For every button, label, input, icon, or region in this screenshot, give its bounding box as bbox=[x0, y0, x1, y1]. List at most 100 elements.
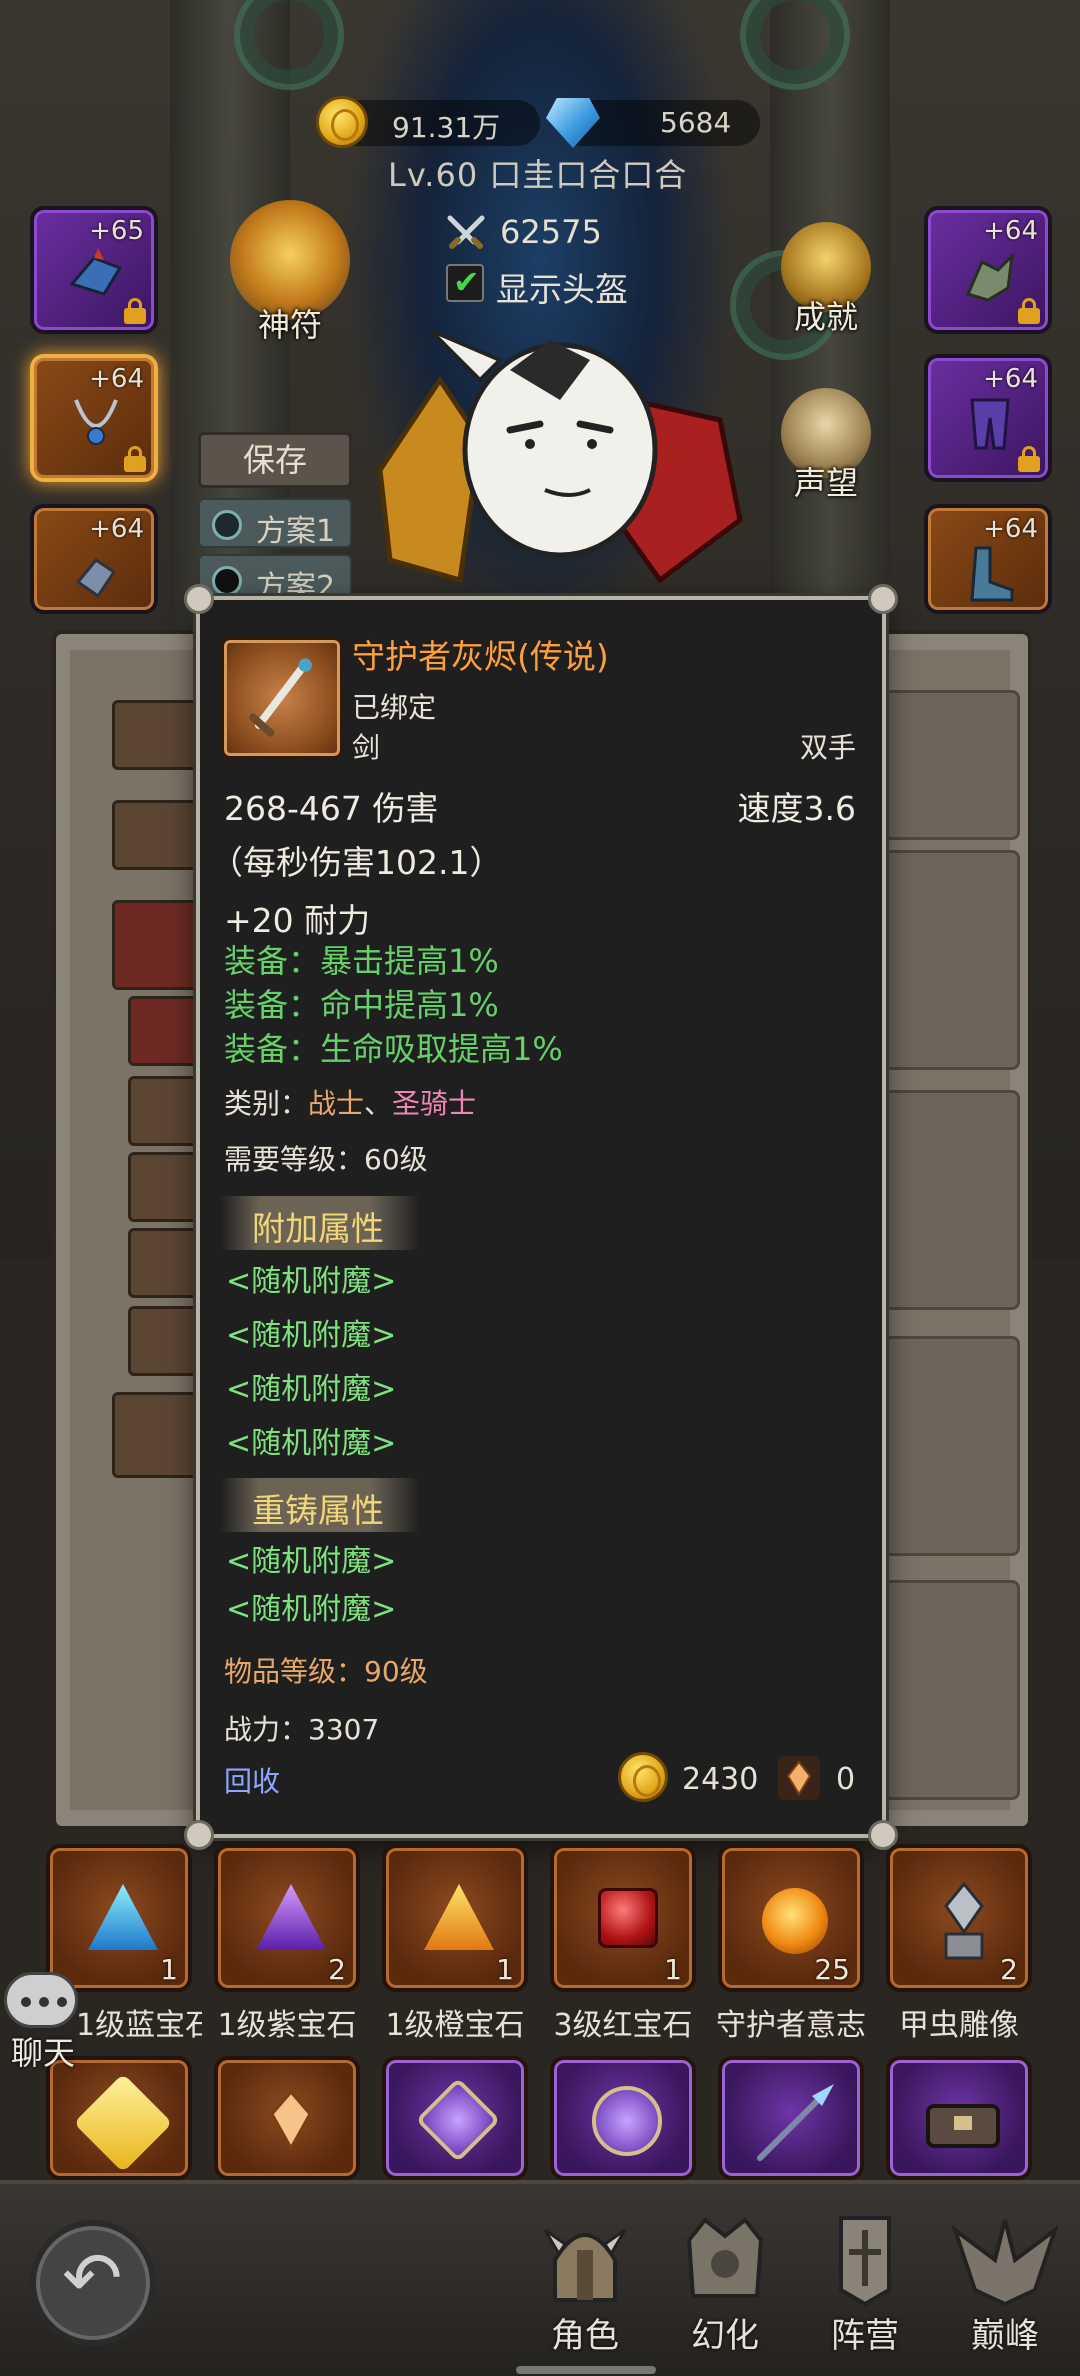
save-loadout-button[interactable]: 保存 bbox=[198, 432, 352, 488]
panel-tab[interactable] bbox=[128, 1076, 202, 1146]
bound-status: 已绑定 bbox=[352, 691, 437, 724]
gloves-icon bbox=[965, 251, 1015, 302]
chat-bubble-icon bbox=[4, 1972, 78, 2028]
hero-character bbox=[377, 328, 743, 584]
purple-rune-icon bbox=[415, 2077, 501, 2163]
purple-gem-icon bbox=[256, 1884, 326, 1950]
random-enchant: <随机附魔> bbox=[226, 1264, 397, 1299]
inventory-label: 3级红宝石 bbox=[553, 2008, 693, 2043]
back-arrow-icon: ↶ bbox=[62, 2236, 123, 2320]
sell-shard-value: 0 bbox=[836, 1762, 856, 1797]
nav-character[interactable]: 角色 bbox=[510, 2200, 660, 2357]
inventory-item-beetle-statue[interactable]: 2 bbox=[886, 1844, 1032, 1992]
prestige-label: 声望 bbox=[793, 464, 858, 502]
panel-tab[interactable] bbox=[112, 900, 202, 990]
tooltip-corner bbox=[184, 584, 214, 614]
panel-tab[interactable] bbox=[128, 1228, 202, 1298]
gold-amount: 91.31万 bbox=[392, 111, 501, 144]
panel-tab[interactable] bbox=[112, 1392, 202, 1478]
chat-button[interactable]: 聊天 bbox=[4, 1972, 82, 2074]
viking-helmet-icon bbox=[543, 2228, 627, 2302]
panel-tab[interactable] bbox=[112, 700, 202, 770]
gold-diamond-icon bbox=[73, 2073, 173, 2173]
panel-card bbox=[880, 1336, 1020, 1556]
panel-tab[interactable] bbox=[112, 800, 202, 870]
inventory-item[interactable] bbox=[46, 2056, 192, 2180]
panel-card bbox=[880, 850, 1020, 1070]
inventory-item-orange-gem[interactable]: 1 bbox=[382, 1844, 528, 1992]
panel-tab[interactable] bbox=[128, 1306, 202, 1376]
sword-icon bbox=[249, 658, 312, 737]
equip-slot-right-2[interactable]: +64 bbox=[924, 354, 1052, 482]
show-helmet-checkbox[interactable] bbox=[446, 263, 484, 302]
class-label: 类别： bbox=[224, 1087, 309, 1120]
winged-emblem-icon bbox=[951, 2219, 1059, 2307]
item-damage: 268-467 伤害 bbox=[224, 789, 439, 828]
orange-gem-icon bbox=[424, 1884, 494, 1950]
gold-coin-icon bbox=[618, 1752, 668, 1802]
faction-banner-icon bbox=[839, 2216, 891, 2307]
item-speed: 速度3.6 bbox=[737, 789, 856, 828]
extra-attributes-title: 附加属性 bbox=[252, 1209, 384, 1248]
talisman-button[interactable]: 神符 bbox=[220, 200, 360, 346]
required-level: 需要等级：60级 bbox=[224, 1143, 428, 1176]
sell-gold-value: 2430 bbox=[682, 1762, 759, 1797]
beetle-statue-icon bbox=[944, 1881, 984, 1960]
inventory-item-purple-gem[interactable]: 2 bbox=[214, 1844, 360, 1992]
back-button[interactable]: ↶ bbox=[30, 2220, 156, 2346]
tooltip-corner bbox=[868, 584, 898, 614]
blue-gem-icon bbox=[88, 1884, 158, 1950]
leg-armor-icon bbox=[970, 398, 1010, 450]
item-combat-power: 战力：3307 bbox=[224, 1713, 380, 1746]
inventory-item-blue-gem[interactable]: 1 bbox=[46, 1844, 192, 1992]
nav-peak[interactable]: 巅峰 bbox=[930, 2200, 1080, 2357]
talisman-label: 神符 bbox=[257, 306, 322, 344]
equip-slot-left-3[interactable]: +64 bbox=[30, 504, 158, 614]
item-count: 1 bbox=[664, 1953, 682, 1986]
achievement-button[interactable]: 成就 bbox=[776, 222, 876, 338]
random-enchant: <随机附魔> bbox=[226, 1544, 397, 1579]
inventory-item-guardian-will[interactable]: 25 bbox=[718, 1844, 864, 1992]
crossed-swords-icon bbox=[447, 215, 485, 249]
plan-2-button[interactable]: 方案2 bbox=[198, 554, 352, 598]
red-gem-icon bbox=[598, 1888, 658, 1948]
random-enchant: <随机附魔> bbox=[226, 1372, 397, 1407]
prestige-button[interactable]: 声望 bbox=[776, 388, 876, 504]
class-paladin: 圣骑士 bbox=[392, 1087, 477, 1120]
necklace-icon bbox=[74, 399, 118, 445]
inventory-item[interactable] bbox=[886, 2056, 1032, 2180]
inventory-item-red-gem[interactable]: 1 bbox=[550, 1844, 696, 1992]
equip-slot-left-1[interactable]: +65 bbox=[30, 206, 158, 334]
slot-enhance-level: +64 bbox=[983, 514, 1038, 544]
random-enchant: <随机附魔> bbox=[226, 1318, 397, 1353]
gold-coin-icon bbox=[316, 96, 368, 148]
lock-icon bbox=[1018, 446, 1040, 472]
chat-label: 聊天 bbox=[10, 2034, 75, 2072]
slot-enhance-level: +64 bbox=[89, 514, 144, 544]
random-enchant: <随机附魔> bbox=[226, 1426, 397, 1461]
equip-slot-left-2[interactable]: +64 bbox=[30, 354, 158, 482]
equip-slot-right-1[interactable]: +64 bbox=[924, 206, 1052, 334]
panel-card bbox=[880, 1580, 1020, 1800]
nav-transmog[interactable]: 幻化 bbox=[650, 2200, 800, 2357]
class-separator: 、 bbox=[364, 1087, 393, 1120]
inventory-item[interactable] bbox=[214, 2056, 360, 2180]
inventory-label: 甲虫雕像 bbox=[899, 2008, 1019, 2043]
item-count: 1 bbox=[496, 1953, 514, 1986]
shard-icon bbox=[778, 1756, 820, 1800]
nav-faction[interactable]: 阵营 bbox=[790, 2200, 940, 2357]
boots-icon bbox=[970, 546, 1014, 602]
equip-slot-right-3[interactable]: +64 bbox=[924, 504, 1052, 614]
recycle-link[interactable]: 回收 bbox=[224, 1760, 280, 1800]
panel-tab[interactable] bbox=[128, 996, 202, 1066]
inventory-item[interactable] bbox=[550, 2056, 696, 2180]
inventory-item[interactable] bbox=[382, 2056, 528, 2180]
lock-icon bbox=[124, 446, 146, 472]
slot-enhance-level: +65 bbox=[89, 216, 144, 246]
panel-tab[interactable] bbox=[128, 1152, 202, 1222]
plan-1-button[interactable]: 方案1 bbox=[198, 498, 352, 549]
random-enchant: <随机附魔> bbox=[226, 1592, 397, 1627]
inventory-item[interactable] bbox=[718, 2056, 864, 2180]
slot-enhance-level: +64 bbox=[983, 364, 1038, 394]
spear-icon bbox=[757, 2084, 834, 2161]
